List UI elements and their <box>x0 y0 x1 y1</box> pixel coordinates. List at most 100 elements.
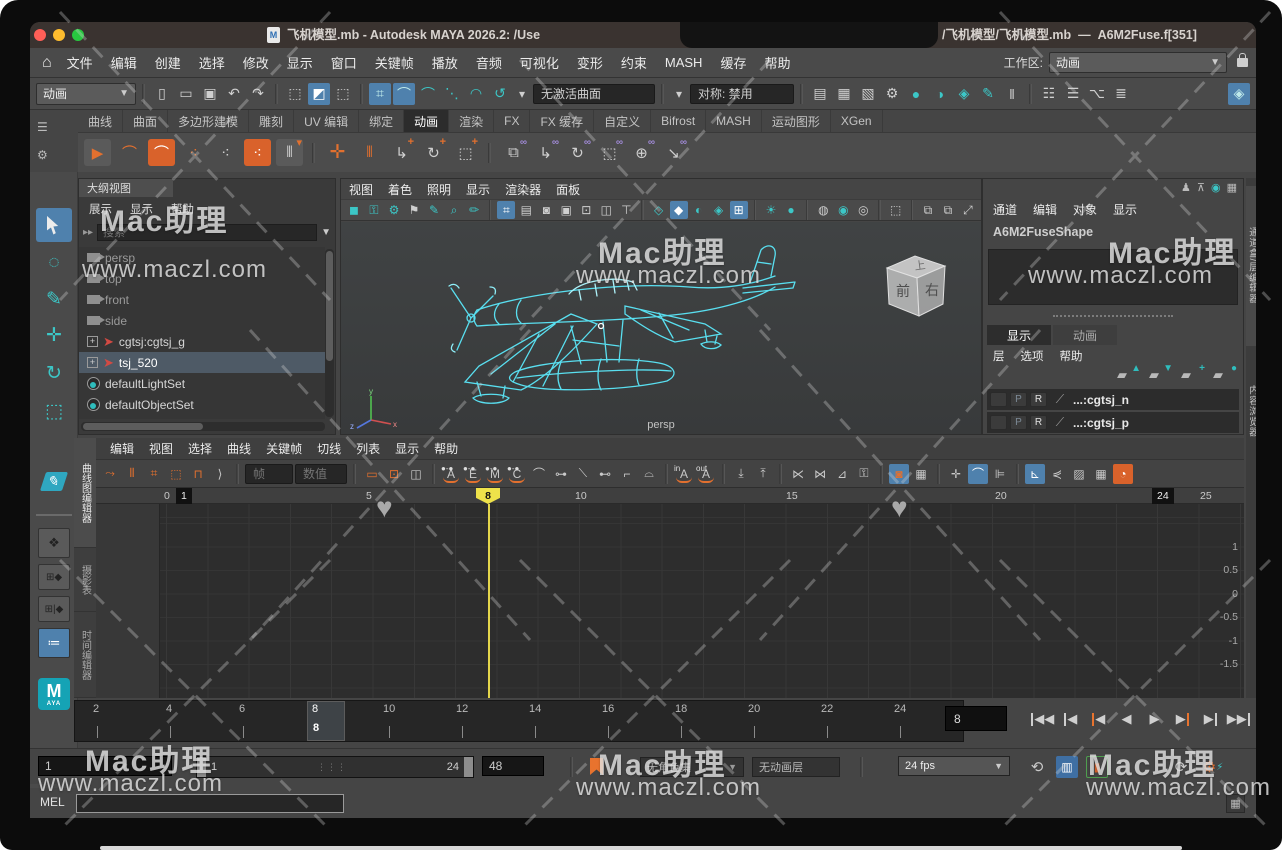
hik-character-icon[interactable]: ☰ <box>1062 83 1084 105</box>
graph-plot-area[interactable] <box>160 504 1244 698</box>
menu-set-dropdown[interactable]: 动画▼ <box>36 83 136 105</box>
layer-tab-display[interactable]: 显示 <box>987 325 1051 345</box>
playback-loop-icon[interactable]: ⟲ <box>1026 756 1048 778</box>
select-hierarchy-icon[interactable]: ⬚ <box>284 83 306 105</box>
ghost-icon[interactable]: ⁖ <box>180 139 207 166</box>
paint-select-tool[interactable]: ✎ <box>36 282 72 316</box>
make-live-icon[interactable]: ↺ <box>489 83 511 105</box>
fps-dropdown[interactable]: 24 fps▼ <box>898 756 1010 776</box>
outliner-vertical-scrollbar[interactable] <box>325 249 334 417</box>
layer-menu-help[interactable]: 帮助 <box>1060 348 1083 364</box>
viewport-menu-panels[interactable]: 面板 <box>556 181 580 198</box>
tab-content-browser[interactable]: 内容浏览器 <box>1246 356 1256 466</box>
lasso-tool[interactable]: ◌ <box>36 246 72 280</box>
outliner-item-side[interactable]: side <box>79 310 325 331</box>
character-set-dropdown[interactable]: 无角色集▼ <box>640 757 744 777</box>
graph-menu-tangents[interactable]: 切线 <box>317 440 341 457</box>
bookmark-icon[interactable]: ⚑ <box>405 201 423 219</box>
layer-color-icon[interactable]: ⟋ <box>1050 415 1070 430</box>
free-tangent-weight-icon[interactable]: ⊿ <box>832 464 852 484</box>
layer-move-up-icon[interactable]: ▰▲ <box>1117 367 1139 383</box>
playblast-icon[interactable]: ▶ <box>84 139 111 166</box>
layer-display-type-toggle[interactable]: R <box>1030 392 1047 407</box>
character-controls-icon[interactable]: ☷ <box>1038 83 1060 105</box>
parent-constraint-icon[interactable]: ⧉∞ <box>500 139 527 166</box>
menu-key[interactable]: 关键帧 <box>366 53 423 72</box>
xray-icon[interactable]: ◐ <box>690 201 708 219</box>
textured-icon[interactable]: ◈ <box>710 201 728 219</box>
shelf-tab-fx[interactable]: FX <box>494 110 530 132</box>
display-layers-icon[interactable]: ◈ <box>1228 83 1250 105</box>
snap-curve-icon[interactable]: ⌒ <box>393 83 415 105</box>
current-time-field[interactable]: 8 <box>945 706 1007 731</box>
pause-viewport-icon[interactable]: ‖ <box>1001 83 1023 105</box>
shelf-tab-polymodeling[interactable]: 多边形建模 <box>168 110 249 132</box>
film-gate-icon[interactable]: ▤ <box>517 201 535 219</box>
close-window-button[interactable] <box>34 29 46 41</box>
pre-infinity-cycle-icon[interactable]: ◔ <box>1113 464 1133 484</box>
depth-of-field-icon[interactable]: ◎ <box>854 201 872 219</box>
break-tangents-icon[interactable]: ⋉ <box>788 464 808 484</box>
current-frame-marker[interactable]: 8 <box>476 488 500 504</box>
range-slider[interactable]: 1 ⋮⋮⋮ 24 <box>196 756 474 778</box>
select-tool[interactable] <box>36 208 72 242</box>
isolate-select-icon[interactable]: ⬚ <box>887 201 905 219</box>
set-key-options-icon[interactable]: ⫴ <box>356 139 383 166</box>
tab-time-editor[interactable]: 时间编辑器 <box>74 612 96 698</box>
layer-color-icon[interactable]: ⟋ <box>1050 392 1070 407</box>
shelf-tab-rendering[interactable]: 渲染 <box>449 110 494 132</box>
panel-splitter[interactable] <box>1053 315 1173 317</box>
new-scene-icon[interactable]: ▯ <box>151 83 173 105</box>
layer-playback-toggle[interactable]: P <box>1010 392 1027 407</box>
field-chart-icon[interactable]: ⊡ <box>577 201 595 219</box>
graph-menu-keys[interactable]: 关键帧 <box>266 440 302 457</box>
fixed-tangent-icon[interactable]: ⌓ <box>639 464 659 484</box>
expand-icon[interactable]: + <box>87 357 98 368</box>
menu-constrain[interactable]: 约束 <box>612 53 656 72</box>
dope-sheet-icon[interactable]: ⫴▾ <box>276 139 303 166</box>
set-scale-key-icon[interactable]: ⬚+ <box>452 139 479 166</box>
shelf-gear-icon[interactable]: ⚙ <box>37 148 48 162</box>
render-layers-icon[interactable]: ◈ <box>953 83 975 105</box>
current-time-cursor[interactable] <box>488 504 490 698</box>
wireframe-on-shaded-icon[interactable]: ⊞ <box>730 201 748 219</box>
open-scene-icon[interactable]: ▭ <box>175 83 197 105</box>
infinity-icon[interactable]: ▦ <box>1091 464 1111 484</box>
graph-menu-show[interactable]: 显示 <box>395 440 419 457</box>
ipr-render-icon[interactable]: ▧ <box>857 83 879 105</box>
grease-pencil-icon[interactable]: ✏ <box>465 201 483 219</box>
go-to-end-button[interactable]: ▶▶ <box>1226 706 1251 732</box>
symmetry-field[interactable]: 对称: 禁用 <box>690 84 794 104</box>
set-key-icon[interactable]: ✛ <box>324 139 351 166</box>
snap-point-icon[interactable]: ⌒ <box>417 83 439 105</box>
layer-add-icon[interactable]: ▰+ <box>1181 367 1203 383</box>
undo-icon[interactable]: ↶ <box>223 83 245 105</box>
outliner-item-defaultlightset[interactable]: defaultLightSet <box>79 373 325 394</box>
auto-tangent-icon[interactable]: ●-●A <box>441 464 461 484</box>
retime-icon[interactable]: ⊓ <box>188 464 208 484</box>
outliner-search-input[interactable] <box>97 224 317 241</box>
step-back-key-button[interactable]: ◀ <box>1086 706 1111 732</box>
tab-graph-editor[interactable]: 曲线图编辑器 <box>74 438 96 548</box>
graph-menu-help[interactable]: 帮助 <box>434 440 458 457</box>
shelf-tab-rigging[interactable]: 绑定 <box>359 110 404 132</box>
shelf-tab-custom[interactable]: 自定义 <box>594 110 651 132</box>
graph-menu-view[interactable]: 视图 <box>149 440 173 457</box>
auto-snap-icon[interactable]: ◙ <box>889 464 909 484</box>
layer-playback-toggle[interactable]: P <box>1010 415 1027 430</box>
active-surface-field[interactable]: 无激活曲面 <box>533 84 655 104</box>
ambient-occlusion-icon[interactable]: ◍ <box>814 201 832 219</box>
center-view-icon[interactable]: ◫ <box>406 464 426 484</box>
set-rotate-key-icon[interactable]: ↻+ <box>420 139 447 166</box>
layer-tab-anim[interactable]: 动画 <box>1053 325 1117 345</box>
plateau-tangent-icon[interactable]: ⊶ <box>551 464 571 484</box>
graph-value-input[interactable] <box>295 464 347 484</box>
resolution-gate-icon[interactable]: ◙ <box>537 201 555 219</box>
bookmark-add-icon[interactable]: + <box>590 758 603 775</box>
lights-icon[interactable]: ☀ <box>762 201 780 219</box>
lock-camera-icon[interactable]: ⚿ <box>365 201 383 219</box>
motion-blur-icon[interactable]: ◉ <box>834 201 852 219</box>
minimize-window-button[interactable] <box>53 29 65 41</box>
layer-display-type-toggle[interactable]: R <box>1030 415 1047 430</box>
snap-grid-icon[interactable]: ⌗ <box>369 83 391 105</box>
